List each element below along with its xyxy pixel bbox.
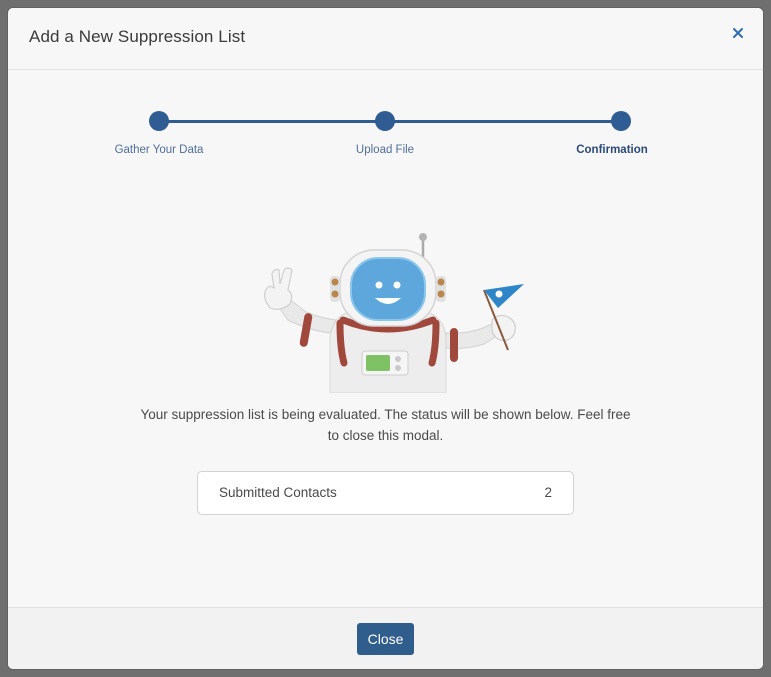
modal-footer: Close <box>8 607 763 669</box>
step-label-upload-file: Upload File <box>355 144 415 156</box>
modal-header: Add a New Suppression List <box>8 8 763 70</box>
submitted-contacts-label: Submitted Contacts <box>219 485 337 500</box>
astronaut-illustration <box>248 228 528 394</box>
step-label-confirmation: Confirmation <box>576 144 648 156</box>
modal-body: Gather Your Data Upload File Confirmatio… <box>8 70 763 607</box>
submitted-contacts-summary: Submitted Contacts 2 <box>197 471 574 515</box>
modal-title: Add a New Suppression List <box>29 27 246 46</box>
step-dot-upload-file <box>375 111 395 131</box>
submitted-contacts-count: 2 <box>544 485 552 500</box>
close-button[interactable]: Close <box>357 623 414 655</box>
step-dot-gather-data <box>149 111 169 131</box>
suppression-list-modal: Add a New Suppression List Gather Your D… <box>8 8 763 669</box>
progress-stepper: Gather Your Data Upload File Confirmatio… <box>8 70 763 170</box>
step-label-gather-data: Gather Your Data <box>114 144 204 156</box>
close-icon[interactable] <box>731 26 745 40</box>
step-dot-confirmation <box>611 111 631 131</box>
status-message: Your suppression list is being evaluated… <box>140 407 631 443</box>
